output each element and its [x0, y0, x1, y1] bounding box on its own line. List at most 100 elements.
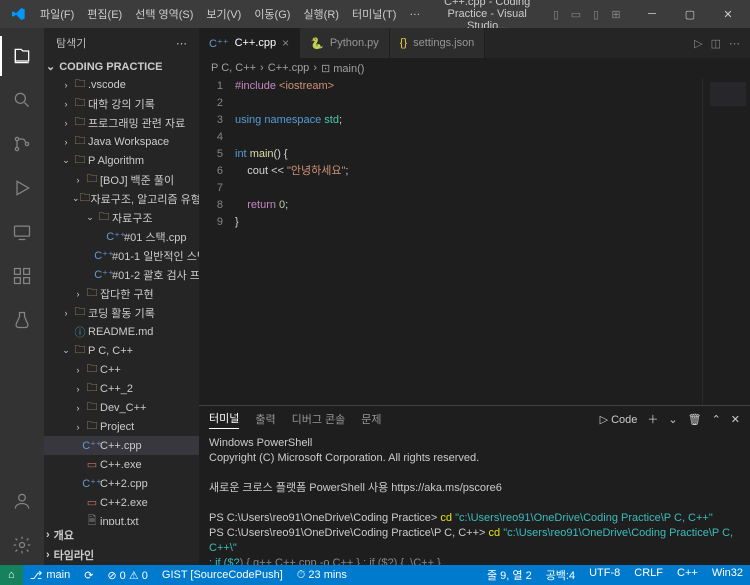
kill-terminal-icon[interactable]: 🗑 [688, 413, 702, 426]
terminal-tab[interactable]: 디버그 콘솔 [292, 411, 346, 427]
shell-selector[interactable]: ▷ Code [600, 413, 638, 426]
tree-item[interactable]: ›🗀대학 강의 기록 [44, 94, 199, 113]
time-status[interactable]: ⏱ 23 mins [290, 565, 354, 585]
settings-gear-icon[interactable] [0, 525, 44, 565]
menu-item[interactable]: 이동(G) [248, 2, 296, 26]
titlebar: 파일(F)편집(E)선택 영역(S)보기(V)이동(G)실행(R)터미널(T)…… [0, 0, 750, 28]
remote-indicator[interactable]: ⌂ [0, 565, 23, 585]
menu-item[interactable]: 보기(V) [200, 2, 247, 26]
toggle-panel-left-icon[interactable]: ▯ [548, 6, 564, 22]
tree-item[interactable]: ›🗀잡다한 구현 [44, 284, 199, 303]
more-actions-icon[interactable]: ⋯ [729, 37, 740, 50]
run-icon[interactable]: ▷ [694, 37, 702, 50]
tree-item[interactable]: 🗎input.txt [44, 512, 199, 525]
problems-status[interactable]: ⊘ 0 ⚠ 0 [100, 565, 154, 585]
tree-item[interactable]: ▭C++2.exe [44, 493, 199, 512]
tree-item-label: P Algorithm [88, 155, 144, 167]
tree-item[interactable]: ⓘREADME.md [44, 322, 199, 341]
terminal-tab[interactable]: 출력 [255, 411, 275, 427]
cpp-icon: C⁺⁺ [108, 230, 124, 243]
timeline-section[interactable]: › 타임라인 [44, 545, 199, 565]
tree-item[interactable]: ›🗀.vscode [44, 75, 199, 94]
explorer-icon[interactable] [0, 36, 44, 76]
status-item[interactable]: 줄 9, 열 2 [480, 567, 539, 583]
code-content[interactable]: #include <iostream> using namespace std;… [235, 78, 702, 405]
menu-item[interactable]: 터미널(T) [346, 2, 402, 26]
menu-item[interactable]: 파일(F) [34, 2, 80, 26]
code-editor[interactable]: 123456789 #include <iostream> using name… [199, 78, 702, 405]
terminal-output[interactable]: Windows PowerShellCopyright (C) Microsof… [199, 432, 750, 565]
tree-item[interactable]: ›🗀Java Workspace [44, 132, 199, 151]
status-item[interactable]: Win32 [705, 567, 750, 579]
breadcrumb-item[interactable]: C++.cpp [268, 62, 310, 74]
toggle-panel-right-icon[interactable]: ▯ [588, 6, 604, 22]
minimap[interactable] [702, 78, 750, 405]
terminal-tab[interactable]: 터미널 [209, 410, 239, 429]
editor-tab[interactable]: C⁺⁺C++.cpp× [199, 28, 300, 58]
tree-item[interactable]: ›🗀C++_2 [44, 379, 199, 398]
account-icon[interactable] [0, 481, 44, 521]
breadcrumb[interactable]: P C, C++›C++.cpp›⊡ main() [199, 58, 750, 78]
close-panel-icon[interactable]: ✕ [731, 413, 740, 426]
run-debug-icon[interactable] [0, 168, 44, 208]
tree-item[interactable]: ▭C++.exe [44, 455, 199, 474]
status-item[interactable]: C++ [670, 567, 705, 579]
tree-item[interactable]: ›🗀[BOJ] 백준 풀이 [44, 170, 199, 189]
file-tree[interactable]: ›🗀.vscode›🗀대학 강의 기록›🗀프로그래밍 관련 자료›🗀Java W… [44, 75, 199, 525]
new-terminal-icon[interactable]: ＋ [647, 411, 658, 427]
tree-item[interactable]: C⁺⁺C++.cpp [44, 436, 199, 455]
gist-status[interactable]: GIST [SourceCodePush] [155, 565, 290, 585]
project-section[interactable]: ⌄ CODING PRACTICE [44, 58, 199, 75]
folder-icon: 🗀 [84, 379, 100, 398]
toggle-panel-bottom-icon[interactable]: ▭ [568, 6, 584, 22]
tree-item[interactable]: ›🗀C++ [44, 360, 199, 379]
menu-item[interactable]: 선택 영역(S) [129, 2, 199, 26]
status-item[interactable]: UTF-8 [582, 567, 627, 579]
layout-buttons: ▯ ▭ ▯ ⊞ [548, 6, 624, 22]
search-icon[interactable] [0, 80, 44, 120]
breadcrumb-item[interactable]: P C, C++ [211, 62, 256, 74]
git-sync[interactable]: ⟳ [77, 565, 100, 585]
menu-item[interactable]: 편집(E) [81, 2, 128, 26]
tree-item-label: Java Workspace [88, 136, 169, 148]
terminal-tab[interactable]: 문제 [361, 411, 381, 427]
chevron-icon: › [72, 365, 84, 375]
tree-item[interactable]: ⌄🗀P C, C++ [44, 341, 199, 360]
more-icon[interactable]: ⋯ [176, 37, 187, 50]
tree-item[interactable]: C⁺⁺#01-2 괄호 검사 프로... [44, 265, 199, 284]
chevron-icon: › [60, 308, 72, 318]
tree-item-label: C++2.cpp [100, 478, 148, 490]
maximize-panel-icon[interactable]: ⌃ [712, 413, 721, 426]
maximize-button[interactable]: ▢ [672, 1, 708, 27]
status-item[interactable]: 공백:4 [539, 567, 582, 583]
tree-item[interactable]: ›🗀Project [44, 417, 199, 436]
tree-item[interactable]: C⁺⁺#01-1 일반적인 스택.c... [44, 246, 199, 265]
minimize-button[interactable]: ─ [634, 1, 670, 27]
tree-item[interactable]: ⌄🗀자료구조 [44, 208, 199, 227]
close-tab-icon[interactable]: × [282, 36, 289, 50]
remote-icon[interactable] [0, 212, 44, 252]
layout-customize-icon[interactable]: ⊞ [608, 6, 624, 22]
status-item[interactable]: CRLF [627, 567, 670, 579]
outline-section[interactable]: › 개요 [44, 525, 199, 545]
menu-item[interactable]: … [403, 2, 426, 26]
testing-icon[interactable] [0, 300, 44, 340]
tree-item[interactable]: ⌄🗀자료구조, 알고리즘 유형 [44, 189, 199, 208]
source-control-icon[interactable] [0, 124, 44, 164]
tree-item[interactable]: C⁺⁺C++2.cpp [44, 474, 199, 493]
menu-item[interactable]: 실행(R) [297, 2, 345, 26]
tree-item[interactable]: ›🗀프로그래밍 관련 자료 [44, 113, 199, 132]
editor-tab[interactable]: {}settings.json [390, 28, 486, 58]
extensions-icon[interactable] [0, 256, 44, 296]
split-editor-icon[interactable]: ◫ [711, 37, 721, 50]
tree-item-label: C++.exe [100, 459, 142, 471]
split-terminal-icon[interactable]: ⌄ [668, 413, 677, 426]
tree-item[interactable]: ›🗀Dev_C++ [44, 398, 199, 417]
editor-tab[interactable]: 🐍Python.py [300, 28, 390, 58]
tree-item[interactable]: C⁺⁺#01 스택.cpp [44, 227, 199, 246]
tree-item[interactable]: ⌄🗀P Algorithm [44, 151, 199, 170]
breadcrumb-item[interactable]: ⊡ main() [321, 62, 364, 75]
tree-item[interactable]: ›🗀코딩 활동 기록 [44, 303, 199, 322]
git-branch[interactable]: ⎇ main [23, 565, 78, 585]
close-button[interactable]: ✕ [710, 1, 746, 27]
